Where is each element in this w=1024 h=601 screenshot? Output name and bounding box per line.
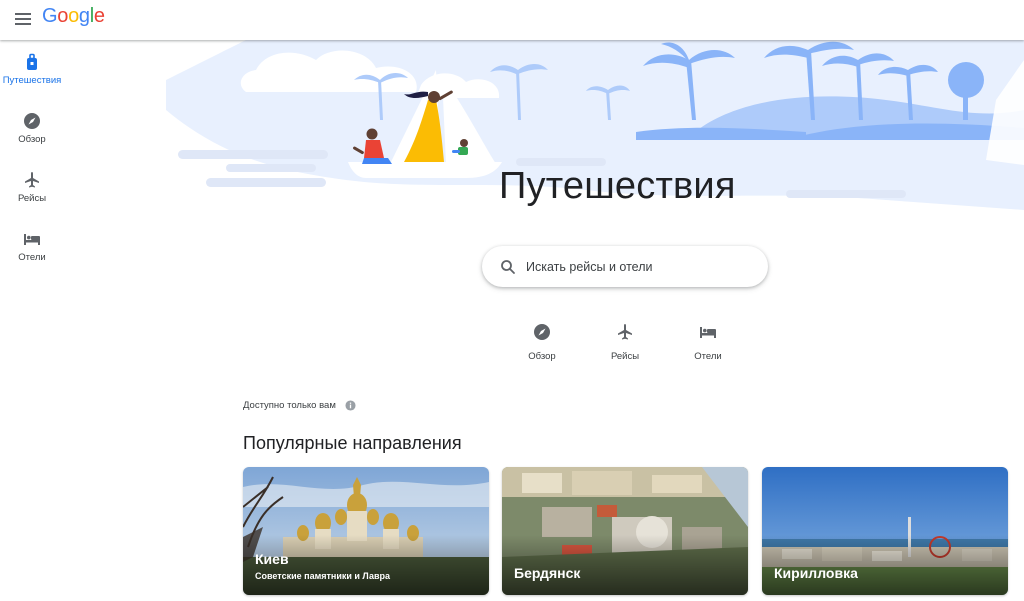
airplane-icon (618, 324, 632, 340)
search-icon (501, 259, 515, 274)
sidebar-item-trips[interactable]: Путешествия (0, 52, 64, 104)
search-box[interactable] (482, 246, 768, 287)
destination-card-berdyansk[interactable]: Бердянск (502, 467, 748, 595)
destination-card-kyrylivka[interactable]: Кирилловка (762, 467, 1008, 595)
sidebar-item-label: Путешествия (2, 75, 62, 86)
top-app-bar: Google (0, 0, 1024, 40)
main-menu-button[interactable] (10, 6, 36, 32)
logo-letter: g (78, 5, 90, 27)
quick-link-flights[interactable]: Рейсы (595, 322, 655, 366)
compass-icon (24, 113, 40, 129)
compass-icon (534, 324, 550, 340)
hamburger-icon-bar (15, 23, 31, 25)
sidebar-item-hotels[interactable]: Отели (0, 229, 64, 281)
bed-icon (700, 327, 716, 338)
hamburger-icon-bar (15, 18, 31, 20)
search-input[interactable] (526, 259, 746, 274)
bed-icon (24, 234, 40, 245)
quick-link-hotels[interactable]: Отели (678, 322, 738, 366)
luggage-icon (27, 53, 37, 70)
google-logo[interactable]: Google (42, 5, 105, 28)
sidebar-item-flights[interactable]: Рейсы (0, 170, 64, 222)
popular-destinations-title: Популярные направления (243, 433, 462, 453)
card-title: Кирилловка (774, 565, 858, 581)
airplane-icon (25, 172, 39, 188)
hamburger-icon-bar (15, 13, 31, 15)
quick-link-label: Отели (694, 351, 722, 362)
sidebar-item-label: Рейсы (17, 193, 47, 204)
info-icon[interactable] (345, 400, 356, 411)
card-subtitle: Советские памятники и Лавра (255, 571, 391, 581)
page-title: Путешествия (499, 165, 736, 207)
sidebar-item-explore[interactable]: Обзор (0, 111, 64, 163)
card-title: Бердянск (514, 565, 581, 581)
quick-link-explore[interactable]: Обзор (512, 322, 572, 366)
destination-card-kyiv[interactable]: Киев Советские памятники и Лавра (243, 467, 489, 595)
card-title: Киев (255, 551, 289, 567)
logo-letter: o (68, 5, 79, 27)
private-note-text: Доступно только вам (243, 400, 336, 411)
private-visibility-note: Доступно только вам (243, 400, 356, 411)
sidebar-item-label: Отели (18, 252, 46, 263)
side-navigation: Путешествия Обзор Рейсы Отели (0, 40, 64, 601)
logo-letter: e (93, 5, 105, 27)
quick-link-label: Обзор (528, 351, 556, 362)
sidebar-item-label: Обзор (18, 134, 46, 145)
logo-letter: G (42, 5, 58, 27)
logo-letter: o (57, 5, 69, 27)
quick-link-label: Рейсы (610, 351, 640, 362)
